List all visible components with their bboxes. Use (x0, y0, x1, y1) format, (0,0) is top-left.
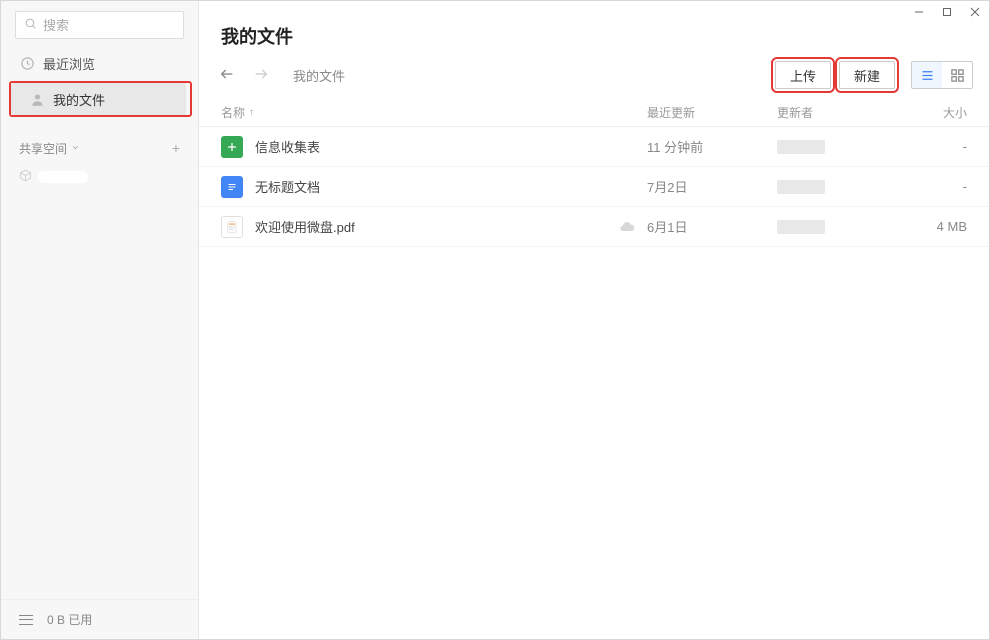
table-row[interactable]: 无标题文档 7月2日 - (199, 167, 989, 207)
file-size: - (897, 179, 967, 194)
file-name: 欢迎使用微盘.pdf (255, 217, 607, 236)
file-size: - (897, 139, 967, 154)
maximize-button[interactable] (933, 1, 961, 23)
view-toggle (911, 61, 973, 89)
back-button[interactable] (219, 66, 235, 85)
file-name: 信息收集表 (255, 137, 607, 156)
document-icon (221, 176, 243, 198)
file-updater (777, 220, 897, 234)
window-controls (905, 1, 989, 23)
forward-button[interactable] (253, 66, 269, 85)
add-shared-space-button[interactable]: + (172, 140, 180, 156)
column-header-size[interactable]: 大小 (897, 104, 967, 121)
sidebar-footer: 0 B 已用 (1, 599, 198, 639)
upload-button[interactable]: 上传 (775, 61, 831, 89)
cube-icon (19, 169, 32, 185)
menu-icon[interactable] (19, 615, 33, 625)
file-table: 名称 ↑ 最近更新 更新者 大小 信息收集表 11 分钟前 - (199, 99, 989, 247)
grid-view-button[interactable] (942, 62, 972, 88)
list-view-button[interactable] (912, 62, 942, 88)
clock-icon (19, 55, 35, 71)
table-row[interactable]: 信息收集表 11 分钟前 - (199, 127, 989, 167)
file-size: 4 MB (897, 219, 967, 234)
spreadsheet-icon (221, 136, 243, 158)
sidebar-item-label: 我的文件 (53, 90, 105, 109)
file-updated: 6月1日 (647, 217, 777, 236)
sidebar-item-label: 最近浏览 (43, 54, 95, 73)
toolbar: 我的文件 上传 新建 (199, 55, 989, 99)
pdf-icon (221, 216, 243, 238)
column-header-updated[interactable]: 最近更新 (647, 104, 777, 121)
file-updated: 11 分钟前 (647, 137, 777, 156)
new-button[interactable]: 新建 (839, 61, 895, 89)
file-updater (777, 140, 897, 154)
table-header: 名称 ↑ 最近更新 更新者 大小 (199, 99, 989, 127)
file-updater (777, 180, 897, 194)
chevron-down-icon (71, 141, 80, 155)
shared-space-label: 共享空间 (19, 140, 67, 157)
close-button[interactable] (961, 1, 989, 23)
sidebar: 最近浏览 我的文件 共享空间 + (1, 1, 199, 639)
shared-space-item[interactable] (1, 165, 198, 189)
search-box[interactable] (15, 11, 184, 39)
action-buttons: 上传 新建 (775, 61, 973, 89)
person-icon (29, 91, 45, 107)
sidebar-item-recent[interactable]: 最近浏览 (1, 47, 198, 79)
column-header-updater[interactable]: 更新者 (777, 104, 897, 121)
highlight-my-files: 我的文件 (9, 81, 192, 117)
file-updated: 7月2日 (647, 177, 777, 196)
search-container (1, 1, 198, 47)
column-header-name[interactable]: 名称 ↑ (221, 104, 607, 121)
breadcrumb[interactable]: 我的文件 (293, 66, 345, 85)
search-input[interactable] (37, 18, 175, 33)
page-title: 我的文件 (199, 1, 989, 55)
app-window: 最近浏览 我的文件 共享空间 + (0, 0, 990, 640)
table-row[interactable]: 欢迎使用微盘.pdf 6月1日 4 MB (199, 207, 989, 247)
sidebar-item-my-files[interactable]: 我的文件 (11, 83, 186, 115)
search-icon (24, 17, 37, 33)
cloud-icon (607, 219, 647, 235)
shared-space-header[interactable]: 共享空间 + (1, 131, 198, 165)
minimize-button[interactable] (905, 1, 933, 23)
shared-space-name-redacted (38, 171, 88, 183)
storage-usage-label: 0 B 已用 (47, 611, 92, 628)
sidebar-spacer (1, 189, 198, 599)
main-panel: 我的文件 我的文件 上传 新建 (199, 1, 989, 639)
file-name: 无标题文档 (255, 177, 607, 196)
sort-asc-icon: ↑ (249, 107, 254, 118)
nav-arrows (219, 66, 269, 85)
